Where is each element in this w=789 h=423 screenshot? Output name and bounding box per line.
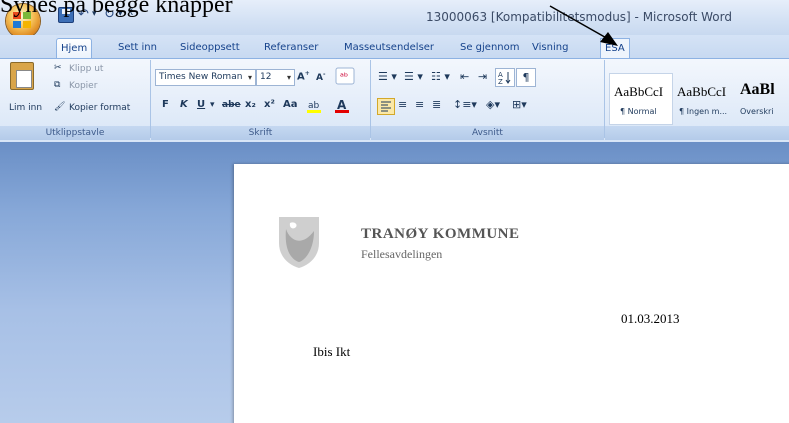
cut-button[interactable]: Klipp ut xyxy=(69,64,103,74)
cut-icon[interactable]: ✂ xyxy=(54,63,62,73)
subscript-button[interactable]: x₂ xyxy=(245,99,256,110)
highlight-icon[interactable]: ab xyxy=(306,98,324,114)
line-spacing-icon[interactable]: ↕≡▾ xyxy=(453,98,477,111)
municipal-shield-icon xyxy=(279,217,319,268)
change-case-button[interactable]: Aa xyxy=(283,99,298,110)
decrease-indent-icon[interactable]: ⇤ xyxy=(460,70,469,83)
align-center-icon[interactable]: ≡ xyxy=(398,98,407,111)
clipboard-group-label: Utklippstavle xyxy=(0,126,150,140)
shading-icon[interactable]: ◈▾ xyxy=(486,98,500,111)
strikethrough-button[interactable]: abe xyxy=(222,100,241,110)
annotation-arrow-icon xyxy=(549,5,618,46)
superscript-button[interactable]: x² xyxy=(264,99,275,110)
show-marks-icon[interactable]: ¶ xyxy=(516,68,536,87)
tab-masseutsendelser[interactable]: Masseutsendelser xyxy=(340,38,438,57)
tab-sett-inn[interactable]: Sett inn xyxy=(114,38,161,57)
document-date: 01.03.2013 xyxy=(621,311,680,326)
document-page[interactable] xyxy=(234,164,789,423)
format-painter-button[interactable]: Kopier format xyxy=(69,103,130,113)
styles-group-label xyxy=(605,126,789,140)
format-painter-icon[interactable]: 🖌 xyxy=(54,102,65,112)
increase-indent-icon[interactable]: ⇥ xyxy=(478,70,487,83)
tab-se-gjennom[interactable]: Se gjennom xyxy=(456,38,524,57)
numbering-icon[interactable]: ☰ ▾ xyxy=(404,70,423,83)
addressee: Ibis Ikt xyxy=(313,344,351,359)
align-left-icon[interactable] xyxy=(377,98,395,115)
style-heading-sample[interactable]: AaBl xyxy=(740,81,775,99)
font-color-icon[interactable]: A xyxy=(334,97,352,115)
svg-text:ab: ab xyxy=(308,101,320,111)
style-no-spacing-sample: AaBbCcI xyxy=(677,84,727,99)
underline-dropdown-icon[interactable]: ▾ xyxy=(210,100,215,110)
bold-button[interactable]: F xyxy=(162,99,169,110)
grow-font-icon[interactable]: A+ xyxy=(297,70,310,82)
italic-button[interactable]: K xyxy=(180,99,188,110)
copy-button[interactable]: Kopier xyxy=(69,81,97,91)
style-normal-sample: AaBbCcI xyxy=(614,84,664,99)
font-family-select[interactable]: Times New Roman xyxy=(155,69,256,86)
tab-referanser[interactable]: Referanser xyxy=(260,38,322,57)
borders-icon[interactable]: ⊞▾ xyxy=(512,98,527,111)
paste-icon[interactable] xyxy=(10,62,34,90)
font-size-select[interactable]: 12 xyxy=(256,69,295,86)
multilevel-list-icon[interactable]: ☷ ▾ xyxy=(431,70,450,83)
svg-text:Z: Z xyxy=(498,78,503,86)
tab-sideoppsett[interactable]: Sideoppsett xyxy=(176,38,244,57)
svg-text:A: A xyxy=(337,98,347,112)
tab-hjem[interactable]: Hjem xyxy=(56,38,93,58)
shrink-font-icon[interactable]: A- xyxy=(316,71,325,83)
style-no-spacing-label: ¶ Ingen m... xyxy=(679,107,728,116)
annotation-text: Synes på begge knapper xyxy=(0,0,233,18)
department-name: Fellesavdelingen xyxy=(361,247,443,261)
align-right-icon[interactable]: ≡ xyxy=(415,98,424,111)
paste-button[interactable]: Lim inn xyxy=(9,103,42,113)
style-normal-label: ¶ Normal xyxy=(620,107,657,116)
clear-format-icon[interactable]: ᵃᵇ xyxy=(335,67,355,85)
justify-icon[interactable]: ≣ xyxy=(432,98,441,111)
underline-button[interactable]: U xyxy=(197,99,205,110)
copy-icon[interactable]: ⧉ xyxy=(54,80,60,90)
company-name: TRANØY KOMMUNE xyxy=(361,226,520,242)
bullets-icon[interactable]: ☰ ▾ xyxy=(378,70,397,83)
svg-text:ᵃᵇ: ᵃᵇ xyxy=(340,72,348,83)
font-group-label: Skrift xyxy=(151,126,370,140)
paragraph-group-label: Avsnitt xyxy=(371,126,604,140)
word-window: ↶ ▾ ↻ ▾ ₹ 13000063 [Kompatibilitetsmodus… xyxy=(0,0,789,423)
style-heading-label: Overskri xyxy=(740,107,774,116)
sort-icon[interactable]: AZ xyxy=(495,68,515,87)
